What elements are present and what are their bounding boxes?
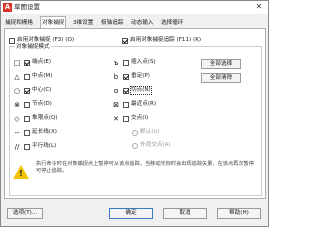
center-checkbox[interactable] [24,88,30,94]
quadrant-label: 象限点(Q) [32,115,58,121]
tab-3d-settings[interactable]: 3维设置 [72,18,94,28]
parallel-label: 平行线(L) [32,143,57,149]
midpoint-label: 中点(M) [32,73,53,79]
tracking-hint-text: 执行命令时在对象捕捉点上暂停可从该点追踪，当移动光标时会出现追踪矢量，在该点再次… [36,161,254,174]
options-button[interactable]: 选项(T)... [7,208,43,219]
midpoint-icon: △ [14,73,20,81]
tangent-label: 切点(N) [130,86,152,95]
insertion-checkbox[interactable] [123,60,129,66]
apparent-intersection-radio[interactable] [132,143,138,149]
intersection-label: 交点(I) [131,115,149,121]
perpendicular-icon: b [113,73,119,81]
nearest-checkbox[interactable] [123,102,129,108]
intersection-checkbox[interactable] [123,116,129,122]
tab-selection-cycling[interactable]: 选择循环 [160,18,184,28]
extension-checkbox[interactable] [24,130,30,136]
enable-tracking-checkbox[interactable] [122,38,128,44]
intersection-icon: ✕ [113,115,119,123]
center-label: 中心(C) [32,87,52,93]
parallel-icon: // [14,143,20,151]
app-logo-icon: A [3,3,12,12]
intersection-default-radio[interactable] [132,130,138,136]
nearest-label: 最近点(R) [131,101,157,107]
enable-osnap-label: 启用对象捕捉 (F3) (O) [17,37,75,43]
midpoint-checkbox[interactable] [24,74,30,80]
node-label: 节点(D) [32,101,52,107]
perpendicular-label: 垂足(P) [131,73,150,79]
tangent-icon: ɑ [113,87,119,95]
tab-dynamic-input[interactable]: 动态输入 [130,18,154,28]
drafting-settings-dialog: A 草图设置 ✕ 捕捉和栅格 对象捕捉 3维设置 极轴追踪 动态输入 选择循环 … [0,0,269,227]
insertion-label: 插入点(S) [131,59,156,65]
node-icon: ⊗ [14,101,20,109]
endpoint-checkbox[interactable] [24,60,30,66]
extension-icon: -- [14,129,20,137]
tangent-checkbox[interactable] [123,88,129,94]
select-all-button[interactable]: 全部选择 [201,59,241,69]
tab-snap-grid[interactable]: 捕捉和栅格 [4,18,34,28]
apparent-intersection-label: 外观交点(A) [140,142,171,148]
endpoint-icon: □ [13,59,21,67]
center-icon: ○ [13,87,21,95]
clear-all-button[interactable]: 全部清除 [201,73,241,83]
ok-button[interactable]: 确定 [109,208,153,219]
object-snap-panel: 启用对象捕捉 (F3) (O) 启用对象捕捉追踪 (F11) (K) 对象捕捉模… [4,28,266,199]
close-button[interactable]: ✕ [251,1,267,13]
warning-exclamation-icon: ! [19,169,23,178]
perpendicular-checkbox[interactable] [123,74,129,80]
quadrant-checkbox[interactable] [24,116,30,122]
parallel-checkbox[interactable] [24,144,30,150]
node-checkbox[interactable] [24,102,30,108]
cancel-button[interactable]: 取消 [163,208,207,219]
window-title: 草图设置 [14,3,40,11]
tab-polar-tracking[interactable]: 极轴追踪 [100,18,124,28]
tab-object-snap[interactable]: 对象捕捉 [40,16,67,28]
snap-modes-title: 对象捕捉模式 [15,44,51,50]
tab-strip: 捕捉和栅格 对象捕捉 3维设置 极轴追踪 动态输入 选择循环 [4,16,266,28]
quadrant-icon: ◇ [14,115,20,123]
intersection-default-label: 默认(U) [140,129,160,135]
endpoint-label: 端点(E) [32,59,52,65]
insertion-icon: ъ [113,59,119,67]
title-bar: A 草图设置 ✕ [1,1,268,14]
extension-label: 延长线(X) [32,129,57,135]
help-button[interactable]: 帮助(H) [217,208,261,219]
enable-tracking-label: 启用对象捕捉追踪 (F11) (K) [130,37,202,43]
nearest-icon: ⊠ [113,101,119,109]
